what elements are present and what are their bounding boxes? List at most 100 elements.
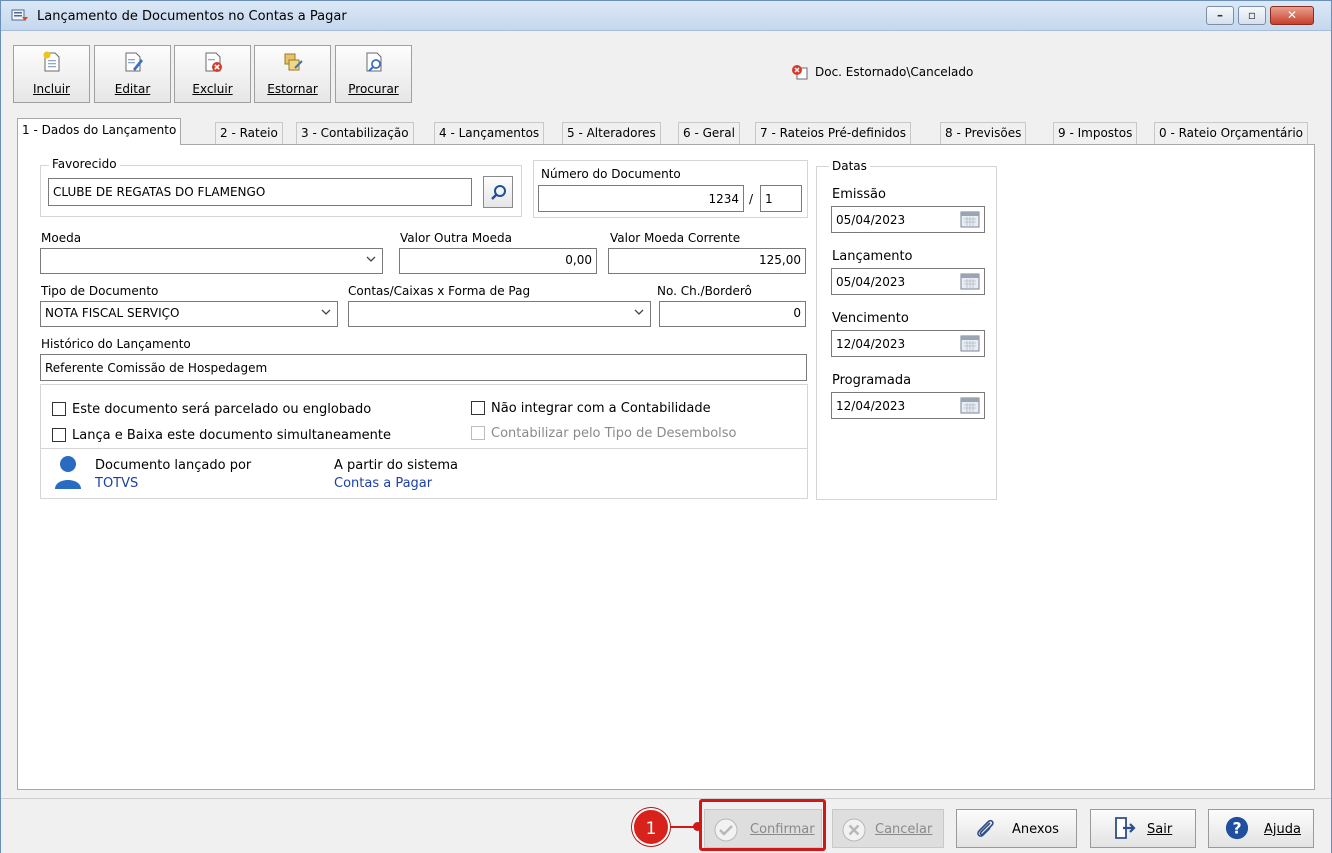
no-cheque-input[interactable]: 0: [659, 301, 806, 327]
contas-caixas-label: Contas/Caixas x Forma de Pag: [348, 284, 531, 298]
vencimento-date-input[interactable]: 12/04/2023: [831, 330, 985, 357]
valor-outra-moeda-input[interactable]: 0,00: [399, 248, 597, 274]
edit-document-icon: [125, 52, 143, 72]
contas-caixas-select[interactable]: [348, 301, 651, 327]
parcelado-checkbox[interactable]: [52, 402, 66, 416]
programada-value: 12/04/2023: [836, 399, 906, 413]
chevron-down-icon: [366, 256, 376, 262]
numero-documento-label: Número do Documento: [541, 167, 681, 181]
numero-documento-separator: /: [749, 192, 754, 206]
excluir-button[interactable]: Excluir: [174, 45, 251, 103]
user-icon: [55, 456, 81, 489]
contabilizar-tipo-checkbox[interactable]: [471, 426, 485, 440]
nao-integrar-label: Não integrar com a Contabilidade: [491, 401, 711, 416]
exit-icon: [1115, 817, 1136, 839]
favorecido-label: Favorecido: [49, 157, 120, 171]
calendar-icon[interactable]: [960, 273, 980, 290]
toolbar: Incluir Editar Excluir Estornar Procurar…: [1, 31, 1331, 111]
parcelado-label: Este documento será parcelado ou engloba…: [72, 402, 372, 417]
cancelar-button[interactable]: Cancelar: [832, 809, 944, 848]
editar-button[interactable]: Editar: [94, 45, 171, 103]
window-title: Lançamento de Documentos no Contas a Pag…: [37, 9, 347, 24]
estornar-label: Estornar: [267, 82, 318, 96]
tipo-documento-value: NOTA FISCAL SERVIÇO: [45, 306, 180, 320]
favorecido-search-button[interactable]: [483, 176, 513, 208]
emissao-date-input[interactable]: 05/04/2023: [831, 206, 985, 233]
sistema-value: Contas a Pagar: [334, 476, 433, 491]
anexos-button[interactable]: Anexos: [956, 809, 1077, 848]
incluir-label: Incluir: [33, 82, 70, 96]
tab-lancamentos[interactable]: 4 - Lançamentos: [434, 122, 545, 144]
valor-moeda-corrente-input[interactable]: 125,00: [608, 248, 806, 274]
emissao-value: 05/04/2023: [836, 213, 906, 227]
tab-panel-dados: Favorecido CLUBE DE REGATAS DO FLAMENGO …: [17, 144, 1315, 790]
procurar-label: Procurar: [348, 82, 399, 96]
calendar-icon[interactable]: [960, 211, 980, 228]
cancelar-label: Cancelar: [875, 822, 933, 837]
nao-integrar-checkbox[interactable]: [471, 401, 485, 415]
tab-geral[interactable]: 6 - Geral: [678, 122, 740, 144]
numero-documento-input[interactable]: 1234: [538, 185, 744, 212]
delete-document-icon: [205, 52, 222, 72]
app-icon: [11, 9, 28, 21]
editar-label: Editar: [114, 82, 151, 96]
historico-input[interactable]: Referente Comissão de Hospedagem: [40, 354, 807, 381]
minimize-icon: –: [1217, 8, 1223, 22]
excluir-label: Excluir: [192, 82, 233, 96]
lanca-baixa-label: Lança e Baixa este documento simultaneam…: [72, 428, 391, 443]
tab-strip: 1 - Dados do Lançamento 2 - Rateio 3 - C…: [17, 118, 1317, 145]
lanca-baixa-checkbox[interactable]: [52, 428, 66, 442]
maximize-icon: ▫: [1247, 8, 1257, 22]
favorecido-input[interactable]: CLUBE DE REGATAS DO FLAMENGO: [48, 178, 472, 206]
valor-outra-moeda-label: Valor Outra Moeda: [400, 231, 512, 245]
moeda-select[interactable]: [40, 248, 383, 274]
callout-highlight-box: [699, 799, 826, 851]
search-document-icon: [366, 52, 382, 72]
title-bar: Lançamento de Documentos no Contas a Pag…: [1, 1, 1331, 31]
lancamento-date-input[interactable]: 05/04/2023: [831, 268, 985, 295]
callout-badge: 1: [632, 808, 670, 846]
reverse-document-icon: [284, 53, 303, 71]
estornar-button[interactable]: Estornar: [254, 45, 331, 103]
new-document-icon: [43, 51, 60, 72]
tab-rateio-orcamentario[interactable]: 0 - Rateio Orçamentário: [1154, 122, 1309, 144]
moeda-label: Moeda: [41, 231, 82, 245]
incluir-button[interactable]: Incluir: [13, 45, 90, 103]
close-button[interactable]: ✕: [1270, 6, 1314, 25]
tipo-documento-select[interactable]: NOTA FISCAL SERVIÇO: [40, 301, 338, 327]
lancado-por-label: Documento lançado por: [95, 458, 252, 473]
calendar-icon[interactable]: [960, 335, 980, 352]
svg-text:?: ?: [1232, 819, 1241, 838]
main-window: Lançamento de Documentos no Contas a Pag…: [0, 0, 1332, 853]
procurar-button[interactable]: Procurar: [335, 45, 412, 103]
ajuda-button[interactable]: ? Ajuda: [1208, 809, 1314, 848]
ajuda-label: Ajuda: [1264, 822, 1301, 837]
callout-dot: [693, 822, 702, 831]
paperclip-icon: [977, 819, 994, 837]
close-icon: ✕: [1286, 8, 1298, 22]
minimize-button[interactable]: –: [1206, 6, 1234, 25]
search-icon: [491, 185, 506, 200]
tab-rateios-predefinidos[interactable]: 7 - Rateios Pré-definidos: [755, 122, 911, 144]
maximize-button[interactable]: ▫: [1238, 6, 1266, 25]
tab-previsoes[interactable]: 8 - Previsões: [940, 122, 1027, 144]
sair-button[interactable]: Sair: [1090, 809, 1196, 848]
programada-label: Programada: [832, 373, 912, 388]
emissao-label: Emissão: [832, 187, 886, 202]
tab-dados-lancamento[interactable]: 1 - Dados do Lançamento: [17, 118, 182, 145]
tab-rateio[interactable]: 2 - Rateio: [215, 122, 283, 144]
calendar-icon[interactable]: [960, 397, 980, 414]
tab-impostos[interactable]: 9 - Impostos: [1053, 122, 1138, 144]
cancel-circle-icon: [842, 818, 866, 842]
tab-alteradores[interactable]: 5 - Alteradores: [562, 122, 661, 144]
vencimento-label: Vencimento: [832, 311, 909, 326]
historico-label: Histórico do Lançamento: [41, 337, 191, 351]
valor-moeda-corrente-label: Valor Moeda Corrente: [610, 231, 741, 245]
datas-label: Datas: [829, 159, 870, 173]
lancado-por-value: TOTVS: [95, 476, 139, 491]
programada-date-input[interactable]: 12/04/2023: [831, 392, 985, 419]
lancamento-value: 05/04/2023: [836, 275, 906, 289]
tab-contabilizacao[interactable]: 3 - Contabilização: [296, 122, 414, 144]
anexos-label: Anexos: [1012, 822, 1059, 837]
parcela-input[interactable]: 1: [760, 185, 802, 212]
